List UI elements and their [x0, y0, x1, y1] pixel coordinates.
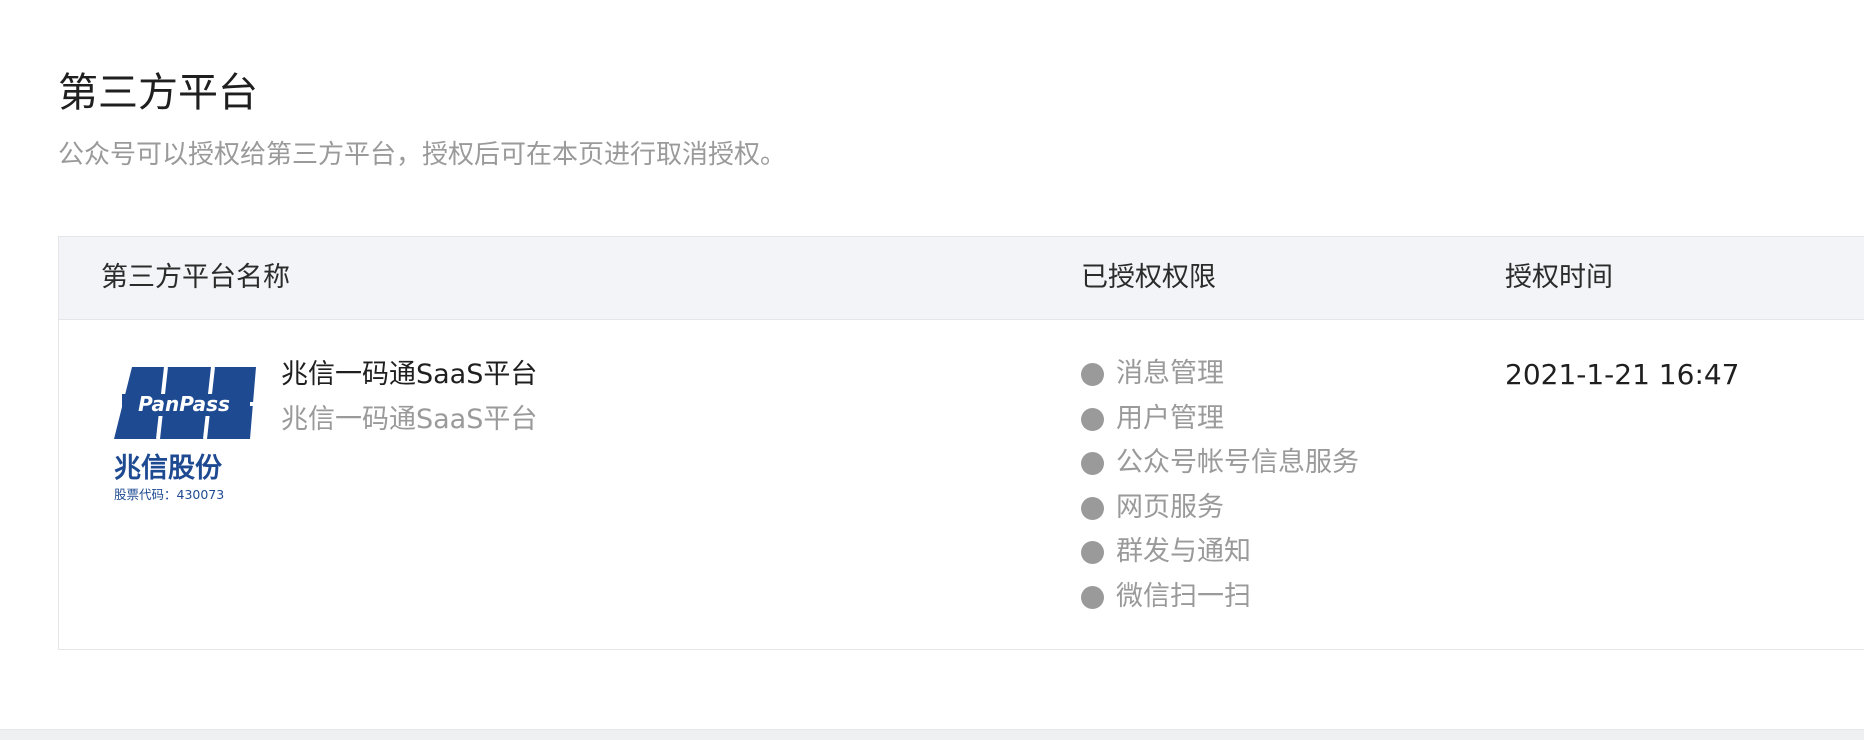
auth-time: 2021-1-21 16:47: [1505, 358, 1740, 391]
logo-stock-text: 股票代码：430073: [114, 487, 224, 502]
platform-name: 兆信一码通SaaS平台: [281, 359, 538, 390]
list-item: 公众号帐号信息服务: [1081, 441, 1359, 486]
permission-label: 公众号帐号信息服务: [1116, 447, 1359, 479]
permission-label: 消息管理: [1116, 358, 1224, 389]
list-item: 群发与通知: [1081, 530, 1359, 575]
third-party-table: 第三方平台名称 已授权权限 授权时间 PanPass 兆信股份 股票代码：430…: [58, 236, 1864, 650]
column-header-auth-time: 授权时间: [1505, 262, 1613, 293]
list-item: 微信扫一扫: [1081, 575, 1359, 620]
list-item: 消息管理: [1081, 352, 1359, 397]
permission-list: 消息管理 用户管理 公众号帐号信息服务 网页服务 群发与通知 微信扫一扫: [1081, 352, 1359, 620]
bullet-dot-icon: [1081, 541, 1104, 565]
column-header-permissions: 已授权权限: [1081, 262, 1216, 293]
logo-company-text: 兆信股份: [114, 453, 222, 484]
platform-subname: 兆信一码通SaaS平台: [281, 404, 538, 435]
bullet-dot-icon: [1081, 363, 1104, 386]
table-row: PanPass 兆信股份 股票代码：430073 兆信一码通SaaS平台 兆信一…: [59, 319, 1864, 649]
column-header-platform-name: 第三方平台名称: [101, 262, 290, 293]
permission-label: 群发与通知: [1116, 536, 1251, 568]
bullet-dot-icon: [1081, 452, 1104, 476]
permission-label: 网页服务: [1116, 491, 1224, 523]
permission-label: 用户管理: [1116, 402, 1224, 434]
bullet-dot-icon: [1081, 407, 1104, 431]
permission-label: 微信扫一扫: [1116, 580, 1251, 612]
list-item: 网页服务: [1081, 486, 1359, 531]
bullet-dot-icon: [1081, 585, 1104, 609]
bullet-dot-icon: [1081, 496, 1104, 520]
table-header: 第三方平台名称 已授权权限 授权时间: [59, 237, 1864, 320]
list-item: 用户管理: [1081, 397, 1359, 442]
page-description: 公众号可以授权给第三方平台，授权后可在本页进行取消授权。: [58, 140, 787, 170]
logo-brand-text: PanPass: [138, 392, 230, 416]
page-title: 第三方平台: [58, 70, 258, 116]
bottom-divider: [0, 729, 1864, 740]
panpass-logo-icon: PanPass 兆信股份 股票代码：430073: [114, 366, 256, 507]
